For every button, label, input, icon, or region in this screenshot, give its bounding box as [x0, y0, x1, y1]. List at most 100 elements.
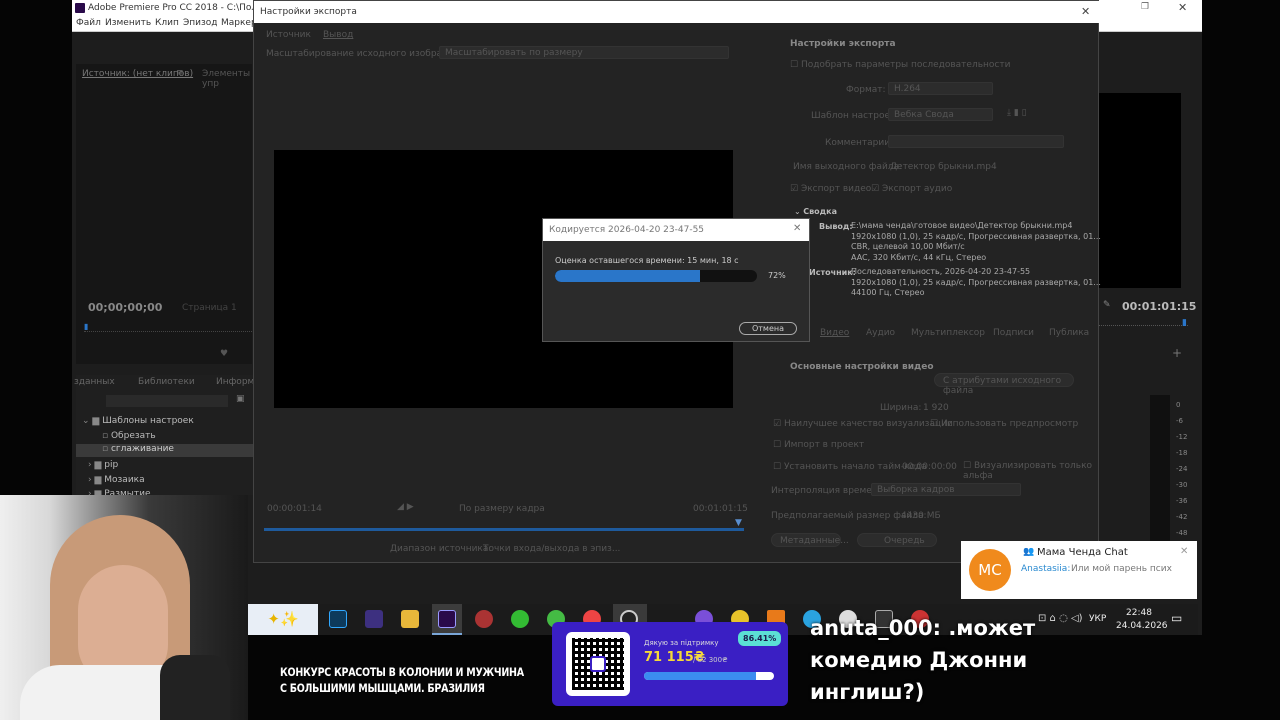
- tab-video[interactable]: Видео: [820, 328, 849, 338]
- match-seq-checkbox[interactable]: ☐ Подобрать параметры последовательности: [790, 60, 1010, 70]
- encoding-progress: [555, 270, 757, 282]
- toast-title: Мама Ченда Chat: [1037, 547, 1128, 558]
- premiere-icon[interactable]: [438, 610, 456, 628]
- close-icon[interactable]: ✕: [1178, 1, 1187, 14]
- crop-icon[interactable]: ◢ ▶: [397, 502, 414, 512]
- export-close-icon[interactable]: ✕: [1081, 5, 1090, 18]
- menu-marker[interactable]: Маркер: [221, 18, 257, 28]
- tree-item[interactable]: ▫ Обрезать: [102, 431, 156, 441]
- export-timeline: [264, 528, 744, 531]
- timecode-value[interactable]: 00:00:00:00: [902, 462, 957, 472]
- project-search-input[interactable]: [106, 395, 228, 407]
- tree-item[interactable]: ⌄ ▆ Шаблоны настроек: [82, 416, 194, 426]
- match-source-button[interactable]: С атрибутами исходного файла: [934, 373, 1074, 396]
- new-bin-icon[interactable]: ▣: [236, 394, 245, 404]
- source-summary: Последовательность, 2026-04-20 23-47-55 1…: [851, 267, 1101, 297]
- basic-video-heading: Основные настройки видео: [790, 362, 934, 372]
- clock-time[interactable]: 22:48: [1126, 608, 1152, 618]
- tab-captions[interactable]: Подписи: [993, 328, 1034, 338]
- menu-sequence[interactable]: Эпизод: [183, 18, 218, 28]
- program-ruler: [1098, 320, 1188, 326]
- qr-code: [566, 632, 630, 696]
- start-button[interactable]: ✦✨: [248, 604, 318, 635]
- width-value[interactable]: 1 920: [923, 403, 949, 413]
- scale-select[interactable]: Масштабировать по размеру: [439, 46, 729, 59]
- group-icon: 👥: [1023, 547, 1035, 557]
- tab-publish[interactable]: Публика: [1049, 328, 1089, 338]
- interp-select[interactable]: Выборка кадров: [871, 483, 1021, 496]
- restore-icon[interactable]: ❐: [1141, 2, 1149, 12]
- menu-clip[interactable]: Клип: [155, 18, 179, 28]
- range-select[interactable]: Точки входа/выхода в эпиз...: [483, 544, 620, 554]
- tab-libraries[interactable]: Библиотеки: [138, 377, 195, 387]
- export-settings-heading: Настройки экспорта: [790, 39, 896, 49]
- playhead-icon[interactable]: ▮: [84, 322, 88, 331]
- comments-input[interactable]: [888, 135, 1064, 148]
- toast-message: Или мой парень псих: [1071, 564, 1172, 574]
- page-label: Страница 1: [182, 303, 237, 313]
- tc-end: 00:01:01:15: [693, 504, 748, 514]
- cancel-button[interactable]: Отмена: [739, 322, 797, 335]
- chat-avatar: MC: [969, 549, 1011, 591]
- telegram-notification[interactable]: MC 👥 Мама Ченда Chat ✕ Anastasiia: Или м…: [961, 541, 1197, 599]
- add-icon[interactable]: +: [1172, 346, 1182, 360]
- queue-button[interactable]: Очередь: [857, 533, 937, 547]
- fit-select[interactable]: По размеру кадра: [459, 504, 545, 514]
- render-alpha-checkbox[interactable]: ☐ Визуализировать только альфа: [963, 461, 1098, 481]
- program-timecode: 00:01:01:15: [1122, 300, 1197, 313]
- tab-info[interactable]: Информ: [216, 377, 254, 387]
- folder-icon[interactable]: [401, 610, 419, 628]
- import-project-checkbox[interactable]: ☐ Импорт в проект: [773, 440, 864, 450]
- encoding-dialog: Кодируется 2026-04-20 23-47-55 ✕ Оценка …: [542, 218, 810, 342]
- preset-label: Шаблон настроек:: [811, 111, 899, 121]
- marker-icon[interactable]: ♥: [220, 349, 228, 359]
- notification-icon[interactable]: ▭: [1171, 611, 1182, 625]
- tab-audio[interactable]: Аудио: [866, 328, 895, 338]
- donate-goal: / 82 300₴: [693, 656, 728, 664]
- format-label: Формат:: [846, 85, 886, 95]
- chat-message: anuta_000: .может комедию Джонни инглиш?…: [810, 612, 1110, 708]
- toast-close-icon[interactable]: ✕: [1180, 546, 1188, 557]
- encoding-close-icon[interactable]: ✕: [793, 223, 801, 234]
- preset-select[interactable]: Вебка Свода: [888, 108, 993, 121]
- tab-metadata[interactable]: зданных: [74, 377, 115, 387]
- stream-headline: КОНКУРС КРАСОТЫ В КОЛОНИИ И МУЖЧИНА С БО…: [280, 665, 524, 695]
- tree-item[interactable]: › ▆ pip: [88, 460, 118, 470]
- tab-output-export[interactable]: Вывод: [323, 30, 353, 40]
- menu-file[interactable]: Файл: [76, 18, 101, 28]
- tab-source-export[interactable]: Источник: [266, 30, 311, 40]
- clock-date[interactable]: 24.04.2026: [1116, 621, 1168, 631]
- app-icon[interactable]: [511, 610, 529, 628]
- app-icon[interactable]: [475, 610, 493, 628]
- microphone: [160, 655, 230, 720]
- tc-start: 00:00:01:14: [267, 504, 322, 514]
- comments-label: Комментарии:: [825, 138, 894, 148]
- menu-edit[interactable]: Изменить: [105, 18, 151, 28]
- tree-item[interactable]: › ▆ Мозаика: [88, 475, 145, 485]
- max-quality-checkbox[interactable]: ☑ Наилучшее качество визуализации: [773, 419, 953, 429]
- progress-percent: 72%: [768, 271, 786, 280]
- audio-meter: [1150, 395, 1170, 545]
- out-point-icon[interactable]: ▼: [735, 518, 742, 528]
- format-select[interactable]: H.264: [888, 82, 993, 95]
- premiere-title: Adobe Premiere Pro CC 2018 - C:\Пользов: [88, 3, 279, 13]
- program-playhead-icon[interactable]: ▮: [1182, 318, 1187, 328]
- app-icon[interactable]: [365, 610, 383, 628]
- source-menu-icon[interactable]: ≡: [176, 68, 184, 78]
- width-label: Ширина:: [880, 403, 922, 413]
- photoshop-icon[interactable]: [329, 610, 347, 628]
- metadata-button[interactable]: Метаданные...: [771, 533, 849, 547]
- tab-mux[interactable]: Мультиплексор: [911, 328, 985, 338]
- interp-label: Интерполяция времени:: [771, 486, 887, 496]
- program-monitor-video: [1099, 93, 1181, 288]
- export-audio-checkbox[interactable]: ☑ Экспорт аудио: [871, 184, 952, 194]
- use-preview-checkbox[interactable]: ☐ Использовать предпросмотр: [930, 419, 1078, 429]
- output-summary: E:\мама ченда\готовое видео\Детектор бры…: [851, 221, 1101, 262]
- tree-item-selected[interactable]: ▫ сглаживание: [76, 444, 254, 457]
- filesize-value: 4430 МБ: [901, 511, 941, 521]
- wrench-icon[interactable]: ✎: [1103, 300, 1111, 310]
- tab-elements[interactable]: Элементы упр: [202, 69, 252, 89]
- export-video-checkbox[interactable]: ☑ Экспорт видео: [790, 184, 871, 194]
- preset-icons[interactable]: ⤓ ▮ ▯: [1007, 108, 1027, 118]
- output-name-link[interactable]: Детектор брыкни.mp4: [890, 162, 997, 172]
